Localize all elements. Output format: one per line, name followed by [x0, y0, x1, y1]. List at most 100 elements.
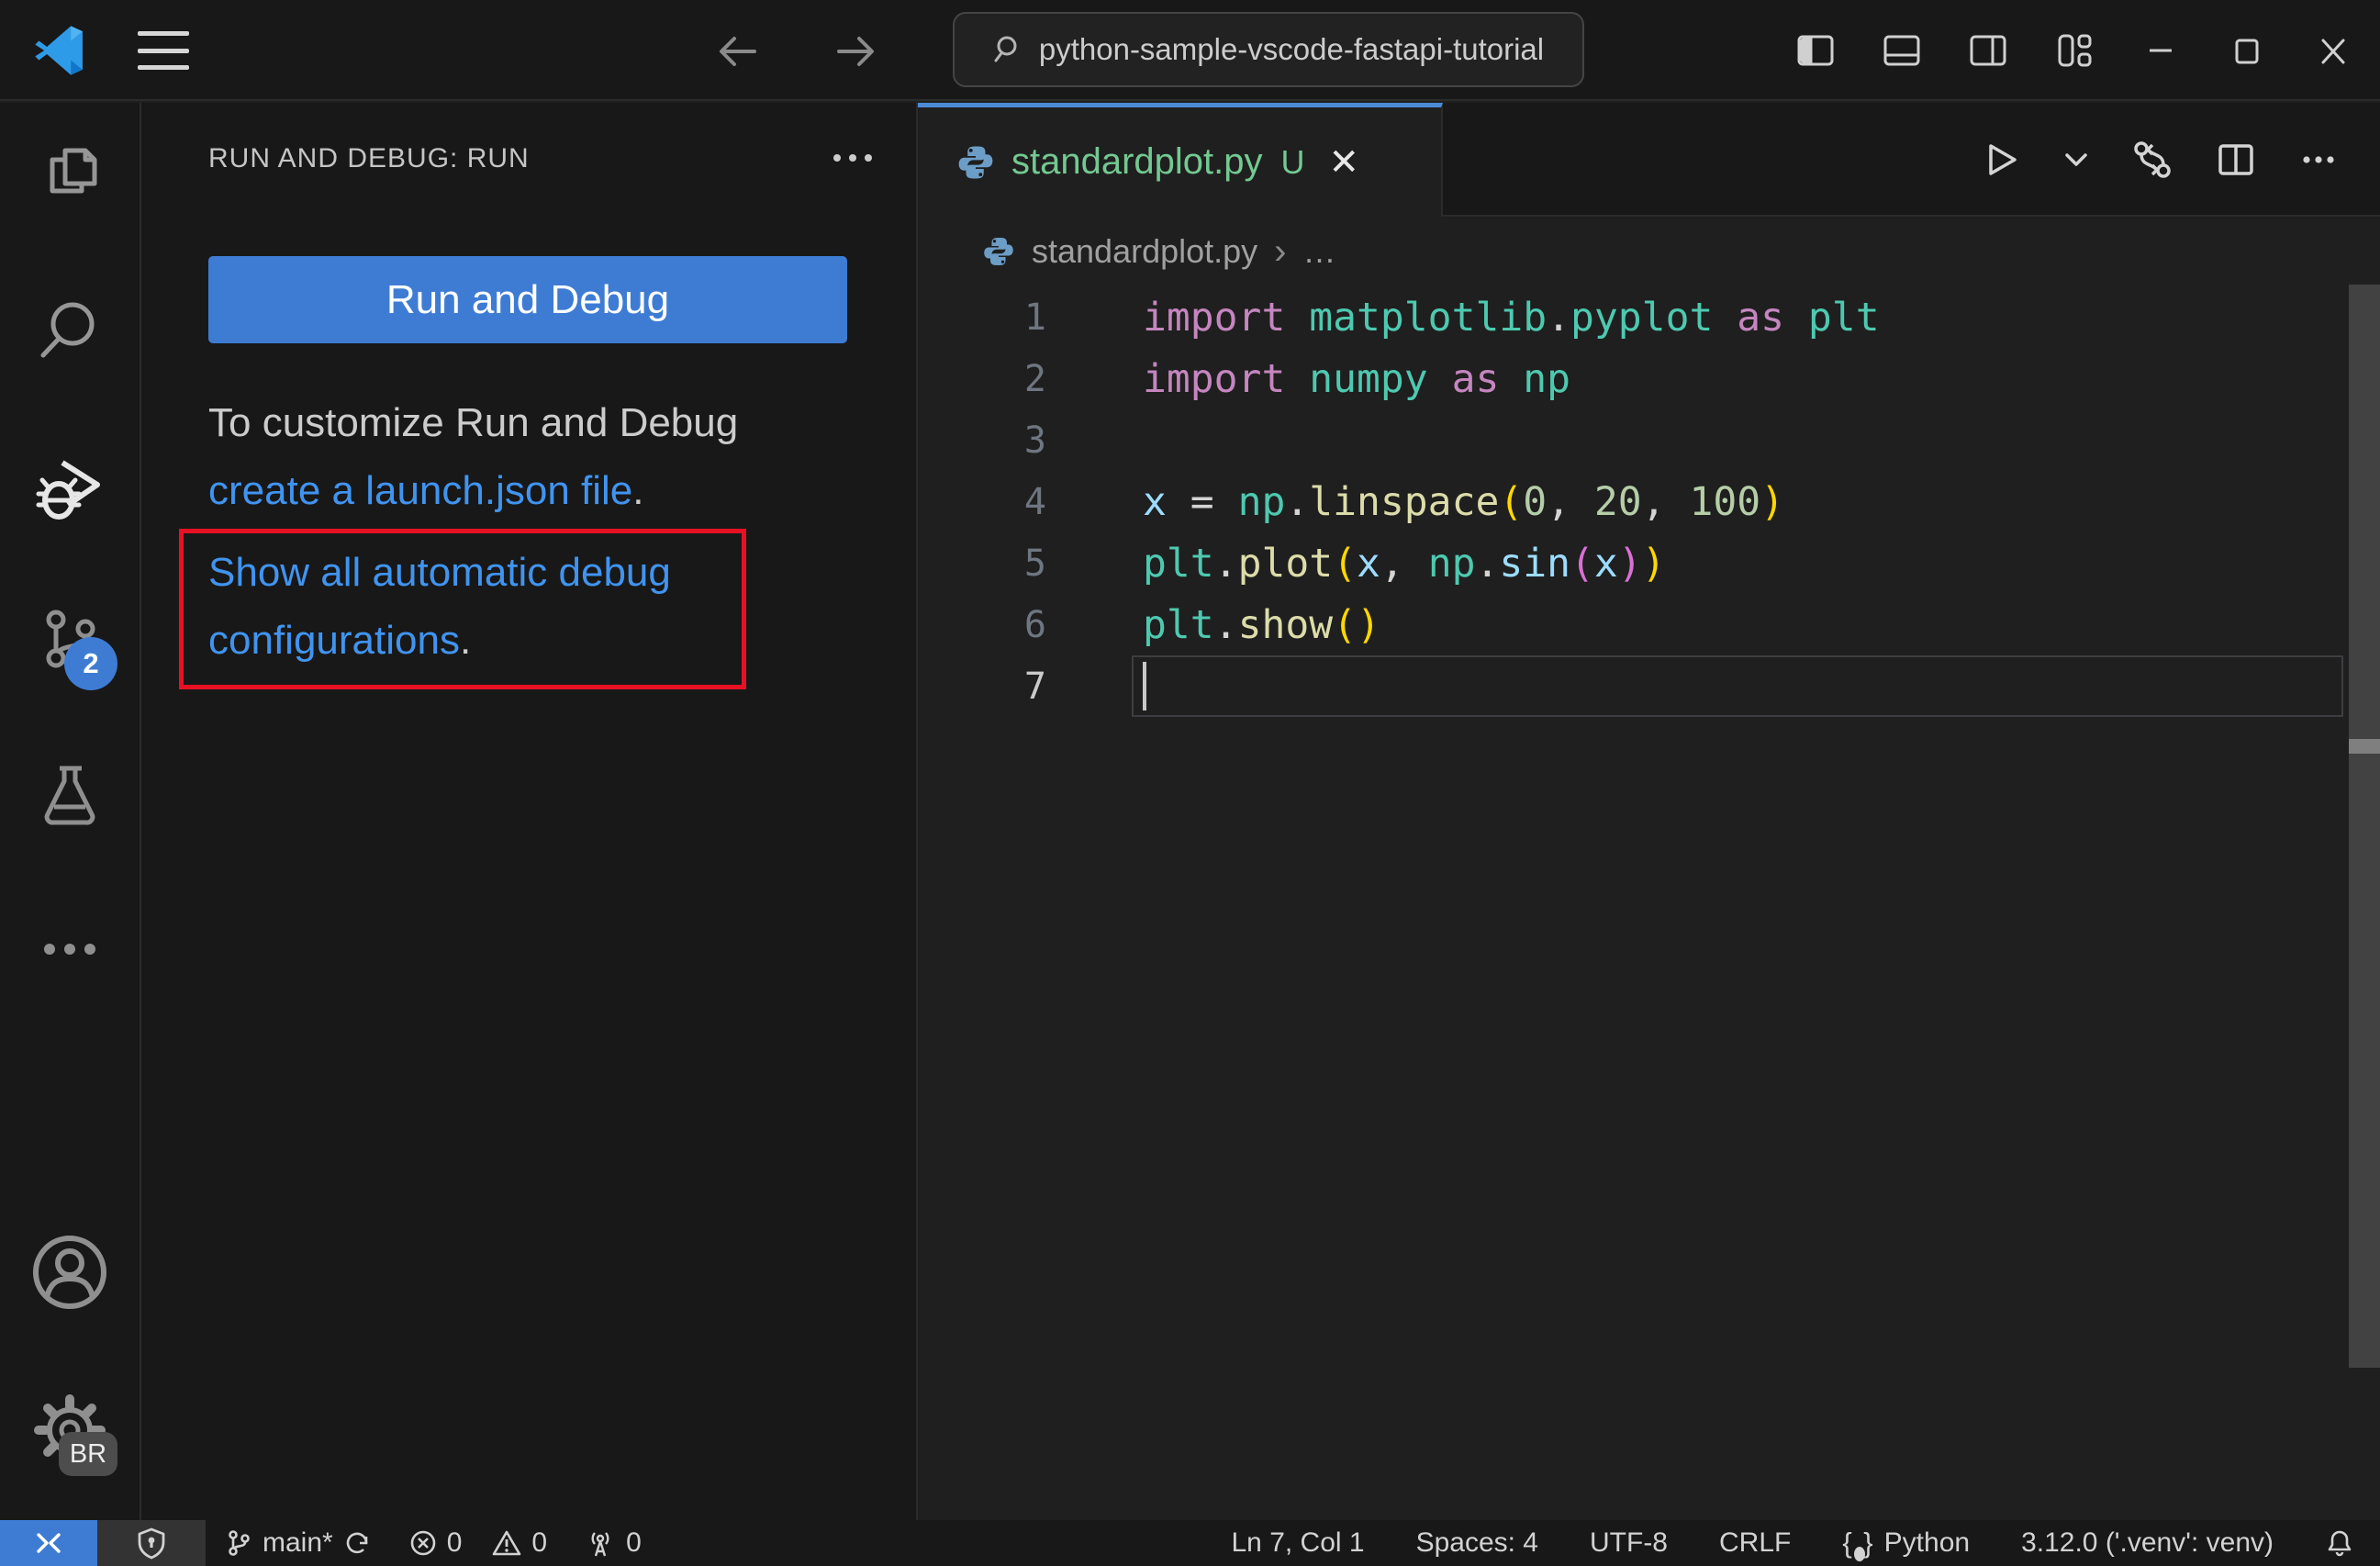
encoding-item[interactable]: UTF-8 [1564, 1520, 1693, 1566]
sync-icon [346, 1532, 368, 1554]
overview-ruler-cursor-marker [2349, 739, 2380, 754]
settings-profile-badge: BR [59, 1432, 117, 1476]
hint-line: To customize Run and Debug [208, 400, 739, 445]
error-count: 0 [446, 1527, 463, 1558]
python-file-icon [984, 238, 1013, 265]
vscode-logo-icon [35, 26, 83, 75]
split-editor-icon[interactable] [2215, 139, 2257, 181]
explorer-icon[interactable] [0, 111, 140, 240]
editor-toolbar [1980, 103, 2380, 217]
breadcrumb-symbol[interactable]: … [1303, 232, 1336, 271]
code-line[interactable]: 1 import matplotlib.pyplot as plt [918, 286, 2380, 348]
ports-count: 0 [626, 1527, 642, 1558]
activity-bar: 2 BR [0, 103, 141, 1520]
workspace-trust-icon[interactable] [97, 1520, 206, 1566]
notifications-item[interactable] [2299, 1520, 2380, 1566]
search-icon [994, 36, 1017, 62]
line-number: 7 [1023, 665, 1046, 708]
toggle-panel-icon[interactable] [1881, 29, 1923, 72]
line-text[interactable]: import numpy as np [1132, 356, 1570, 402]
line-number: 2 [1023, 357, 1046, 400]
vscode-window: python-sample-vscode-fastapi-tutorial 2 … [0, 0, 2380, 1566]
settings-gear-icon[interactable]: BR [0, 1366, 140, 1494]
breadcrumb[interactable]: standardplot.py › … [918, 217, 2380, 286]
close-button[interactable] [2312, 29, 2354, 72]
forward-arrow-icon[interactable] [832, 28, 879, 75]
bell-icon [2328, 1530, 2352, 1557]
line-number: 3 [1023, 419, 1046, 462]
command-center-search[interactable]: python-sample-vscode-fastapi-tutorial [953, 12, 1584, 87]
annotation-highlight-box: Show all automatic debug configurations. [179, 529, 746, 689]
breadcrumb-file[interactable]: standardplot.py [1032, 232, 1257, 271]
search-value: python-sample-vscode-fastapi-tutorial [1038, 32, 1545, 66]
code-line[interactable]: 3 [918, 409, 2380, 471]
errors-icon [410, 1530, 436, 1556]
python-file-icon [958, 146, 993, 178]
status-bar: main* 0 0 0 Ln 7, Col 1 Spaces: 4 UTF-8 … [0, 1520, 2380, 1566]
line-text[interactable]: plt.show() [1132, 602, 1380, 648]
language-mode-item[interactable]: { } Python [1816, 1520, 1995, 1566]
tab-standardplot-py[interactable]: standardplot.py U ✕ [918, 103, 1443, 217]
create-launch-json-link[interactable]: create a launch.json file [208, 468, 632, 513]
branch-name: main* [263, 1527, 333, 1558]
customize-layout-icon[interactable] [2053, 29, 2095, 72]
show-debug-configurations-link[interactable]: Show all automatic debug configurations [208, 550, 671, 663]
line-number: 6 [1023, 603, 1046, 646]
code-line[interactable]: 7 [918, 655, 2380, 717]
back-arrow-icon[interactable] [714, 28, 762, 75]
run-and-debug-panel: RUN AND DEBUG: RUN Run and Debug To cust… [141, 103, 918, 1520]
tab-bar: standardplot.py U ✕ [918, 103, 2380, 217]
warnings-icon [493, 1530, 521, 1556]
customize-hint-text: To customize Run and Debug create a laun… [208, 389, 738, 525]
hint-period: . [632, 468, 644, 513]
search-view-icon[interactable] [0, 266, 140, 395]
eol-item[interactable]: CRLF [1693, 1520, 1816, 1566]
git-branch-item[interactable]: main* [206, 1520, 390, 1566]
braces-icon: { } [1842, 1527, 1874, 1561]
panel-title: RUN AND DEBUG: RUN [208, 143, 530, 173]
open-changes-icon[interactable] [2130, 138, 2174, 182]
problems-item[interactable]: 0 0 [390, 1520, 565, 1566]
additional-views-icon[interactable] [0, 885, 140, 1013]
line-number: 5 [1023, 542, 1046, 585]
line-text[interactable]: import matplotlib.pyplot as plt [1132, 295, 1880, 341]
line-number: 4 [1023, 480, 1046, 523]
source-control-badge: 2 [64, 637, 117, 690]
tab-label: standardplot.py [1011, 141, 1263, 182]
menu-icon[interactable] [138, 31, 189, 70]
accounts-icon[interactable] [0, 1208, 140, 1337]
cursor-position-item[interactable]: Ln 7, Col 1 [1205, 1520, 1390, 1566]
source-control-icon[interactable]: 2 [0, 576, 140, 705]
code-line[interactable]: 5 plt.plot(x, np.sin(x)) [918, 532, 2380, 594]
toggle-secondary-sidebar-icon[interactable] [1967, 29, 2009, 72]
warning-count: 0 [531, 1527, 548, 1558]
radio-tower-icon [591, 1532, 609, 1557]
run-dropdown-chevron-icon[interactable] [2062, 146, 2090, 173]
run-and-debug-button[interactable]: Run and Debug [208, 256, 847, 343]
remote-indicator[interactable] [0, 1520, 97, 1566]
code-line[interactable]: 2 import numpy as np [918, 348, 2380, 409]
indentation-item[interactable]: Spaces: 4 [1391, 1520, 1564, 1566]
testing-icon[interactable] [0, 731, 140, 859]
line-text[interactable]: x = np.linspace(0, 20, 100) [1132, 479, 1784, 525]
editor-more-actions-icon[interactable] [2297, 139, 2340, 181]
python-interpreter-item[interactable]: 3.12.0 ('.venv': venv) [1995, 1520, 2299, 1566]
ports-item[interactable]: 0 [565, 1520, 660, 1566]
views-more-actions-icon[interactable] [821, 138, 885, 178]
maximize-button[interactable] [2226, 29, 2268, 72]
text-cursor [1143, 662, 1146, 710]
toggle-primary-sidebar-icon[interactable] [1794, 29, 1837, 72]
code-line[interactable]: 4 x = np.linspace(0, 20, 100) [918, 471, 2380, 532]
run-python-file-icon[interactable] [1980, 139, 2022, 181]
title-bar: python-sample-vscode-fastapi-tutorial [0, 0, 2380, 101]
code-area[interactable]: 1 import matplotlib.pyplot as plt 2 import … [918, 286, 2380, 717]
run-and-debug-icon[interactable] [0, 422, 140, 551]
tab-close-icon[interactable]: ✕ [1329, 144, 1360, 181]
editor-scrollbar[interactable] [2349, 285, 2380, 1368]
line-text[interactable]: plt.plot(x, np.sin(x)) [1132, 541, 1666, 587]
editor-group: standardplot.py U ✕ standardplot.py › … … [918, 103, 2380, 1520]
code-line[interactable]: 6 plt.show() [918, 594, 2380, 655]
breadcrumb-separator: › [1274, 230, 1287, 272]
minimize-button[interactable] [2140, 29, 2182, 72]
tab-git-status: U [1280, 142, 1305, 181]
